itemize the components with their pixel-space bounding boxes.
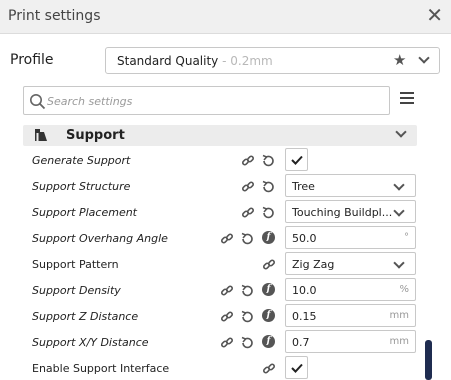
- setting-row: Support Placement Touching Buildpl...: [0, 199, 451, 225]
- checkmark-icon: [291, 363, 303, 373]
- chevron-down-icon: [393, 257, 405, 269]
- profile-dropdown[interactable]: Standard Quality - 0.2mm ★: [105, 47, 440, 74]
- setting-label: Enable Support Interface: [32, 362, 170, 375]
- search-icon: [30, 94, 46, 110]
- reset-icon[interactable]: [261, 205, 275, 219]
- link-icon[interactable]: [262, 361, 276, 375]
- setting-label: Generate Support: [32, 154, 131, 167]
- function-icon[interactable]: f: [262, 231, 275, 244]
- setting-checkbox[interactable]: [285, 148, 308, 171]
- function-icon[interactable]: f: [262, 283, 275, 296]
- setting-label: Support Pattern: [32, 258, 119, 271]
- setting-row: Generate Support: [0, 147, 451, 173]
- category-header-support[interactable]: Support: [23, 125, 417, 146]
- setting-label: Support X/Y Distance: [32, 336, 149, 349]
- reset-icon[interactable]: [240, 283, 254, 297]
- star-icon[interactable]: ★: [393, 51, 406, 69]
- link-icon[interactable]: [241, 179, 255, 193]
- reset-icon[interactable]: [261, 179, 275, 193]
- setting-unit: mm: [389, 310, 409, 321]
- setting-dropdown[interactable]: Zig Zag: [285, 252, 416, 275]
- setting-row: Support X/Y Distance f 0.7 mm: [0, 329, 451, 355]
- setting-label: Support Overhang Angle: [32, 232, 168, 245]
- setting-label: Support Structure: [32, 180, 131, 193]
- setting-number-input[interactable]: 0.7 mm: [285, 330, 416, 353]
- setting-row: Support Structure Tree: [0, 173, 451, 199]
- support-icon: [35, 129, 47, 141]
- setting-row: Enable Support Interface: [0, 355, 451, 380]
- function-icon[interactable]: f: [262, 309, 275, 322]
- reset-icon[interactable]: [261, 153, 275, 167]
- chevron-down-icon: [418, 52, 430, 64]
- chevron-down-icon: [393, 179, 405, 191]
- setting-row: Support Density f 10.0%: [0, 277, 451, 303]
- profile-layer-height: - 0.2mm: [218, 54, 273, 68]
- search-placeholder: Search settings: [47, 95, 133, 108]
- setting-number-input[interactable]: 10.0%: [285, 278, 416, 301]
- setting-value: Touching Buildpl...: [292, 206, 393, 219]
- link-icon[interactable]: [220, 335, 234, 349]
- profile-label: Profile: [10, 52, 54, 68]
- category-label: Support: [66, 128, 125, 143]
- function-icon[interactable]: f: [262, 335, 275, 348]
- window-title: Print settings: [8, 8, 101, 24]
- setting-label: Support Placement: [32, 206, 137, 219]
- setting-number-input[interactable]: 50.0 °: [285, 226, 416, 249]
- setting-dropdown[interactable]: Tree: [285, 174, 416, 197]
- setting-label: Support Density: [32, 284, 121, 297]
- link-icon[interactable]: [220, 309, 234, 323]
- link-icon[interactable]: [262, 257, 276, 271]
- setting-number-input[interactable]: 0.15 mm: [285, 304, 416, 327]
- setting-unit: %: [399, 284, 409, 295]
- checkmark-icon: [291, 155, 303, 165]
- chevron-down-icon: [395, 126, 407, 138]
- setting-checkbox[interactable]: [285, 356, 308, 379]
- reset-icon[interactable]: [240, 335, 254, 349]
- link-icon[interactable]: [220, 283, 234, 297]
- setting-row: Support Overhang Angle f 50.0 °: [0, 225, 451, 251]
- setting-value: Zig Zag: [292, 258, 335, 271]
- link-icon[interactable]: [220, 231, 234, 245]
- reset-icon[interactable]: [240, 309, 254, 323]
- setting-value: 50.0: [292, 232, 317, 245]
- settings-menu-icon[interactable]: [400, 92, 414, 106]
- setting-row: Support Pattern Zig Zag: [0, 251, 451, 277]
- link-icon[interactable]: [241, 205, 255, 219]
- setting-label: Support Z Distance: [32, 310, 139, 323]
- title-bar: Print settings ✕: [0, 0, 451, 34]
- reset-icon[interactable]: [240, 231, 254, 245]
- setting-value: 0.7: [292, 336, 310, 349]
- profile-name: Standard Quality - 0.2mm: [117, 54, 273, 68]
- setting-unit: °: [404, 232, 409, 243]
- setting-row: Support Z Distance f 0.15 mm: [0, 303, 451, 329]
- setting-value: 10.0: [292, 284, 317, 297]
- setting-value: 0.15: [292, 310, 317, 323]
- setting-dropdown[interactable]: Touching Buildpl...: [285, 200, 416, 223]
- scrollbar-handle[interactable]: [425, 340, 432, 380]
- close-icon[interactable]: ✕: [426, 5, 443, 25]
- search-settings-input[interactable]: Search settings: [23, 86, 390, 115]
- chevron-down-icon: [393, 205, 405, 217]
- setting-unit: mm: [389, 336, 409, 347]
- setting-value: Tree: [292, 180, 315, 193]
- link-icon[interactable]: [241, 153, 255, 167]
